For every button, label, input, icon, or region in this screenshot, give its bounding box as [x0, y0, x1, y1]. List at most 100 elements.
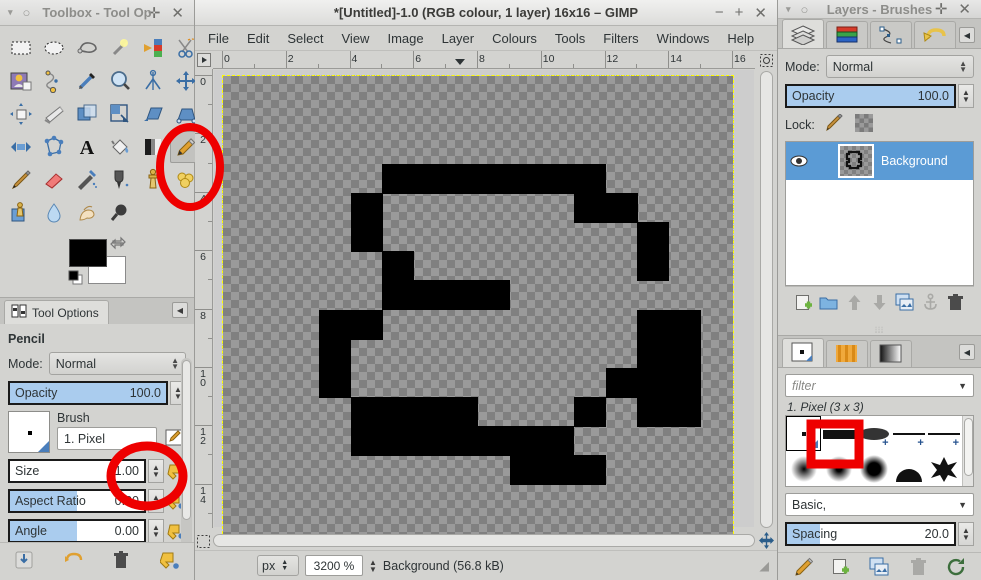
tab-tool-options[interactable]: Tool Options [4, 300, 109, 324]
measure-tool[interactable] [137, 65, 169, 97]
lower-layer-button[interactable] [870, 293, 889, 315]
free-select-tool[interactable] [71, 32, 103, 64]
ellipse-select-tool[interactable] [38, 32, 70, 64]
opacity-slider[interactable]: Opacity 100.0 [8, 381, 168, 405]
edit-brush-button[interactable] [793, 557, 814, 580]
foreground-select-tool[interactable] [5, 65, 37, 97]
menu-tools[interactable]: Tools [546, 28, 594, 49]
menu-image[interactable]: Image [378, 28, 432, 49]
horizontal-ruler[interactable]: 0 2 4 6 8 10 12 14 16 [213, 51, 755, 69]
save-tool-preset-icon[interactable] [14, 550, 34, 573]
zoom-spinner[interactable]: ▲ ▼ [369, 558, 377, 573]
brush-cell-circle[interactable] [892, 451, 927, 486]
menu-filters[interactable]: Filters [594, 28, 647, 49]
brushes-dock-menu-button[interactable]: ◀ [959, 344, 975, 360]
restore-tool-preset-icon[interactable] [63, 550, 83, 573]
layer-list[interactable]: Background [785, 141, 974, 286]
text-tool[interactable]: A [71, 131, 103, 163]
paths-tool[interactable] [38, 65, 70, 97]
undo-history-tab[interactable] [914, 21, 956, 48]
layer-opacity-spinner[interactable]: ▲ ▼ [958, 84, 974, 108]
gradients-tab[interactable] [870, 340, 912, 367]
patterns-tab[interactable] [826, 340, 868, 367]
zoom-entry[interactable]: 3200 % [305, 555, 363, 576]
clone-tool[interactable] [137, 164, 169, 196]
ink-tool[interactable] [104, 164, 136, 196]
perspective-clone-tool[interactable] [5, 197, 37, 229]
navigation-preview-button[interactable] [758, 532, 775, 549]
by-color-select-tool[interactable] [137, 32, 169, 64]
fuzzy-select-tool[interactable] [104, 32, 136, 64]
brush-cell-pixel[interactable] [786, 416, 821, 451]
flip-tool[interactable] [5, 131, 37, 163]
size-slider[interactable]: Size 1.00 [8, 459, 146, 483]
swap-colors-icon[interactable] [110, 235, 126, 251]
dock-separator-grip[interactable]: ⦙⦙⦙ [778, 325, 981, 335]
resize-grip[interactable]: ◢ [759, 558, 769, 573]
lock-alpha-icon[interactable] [854, 114, 873, 135]
layer-mode-select[interactable]: Normal ▲ ▼ [825, 55, 974, 78]
reset-colors-icon[interactable] [68, 270, 84, 286]
toolbox-menu-icon[interactable]: ▾ [8, 7, 13, 18]
duplicate-brush-button[interactable] [869, 557, 889, 580]
new-layer-button[interactable] [794, 293, 813, 315]
brush-cell-hardedge[interactable] [821, 416, 856, 451]
layer-opacity-slider[interactable]: Opacity 100.0 [785, 84, 956, 108]
brush-name-field[interactable]: 1. Pixel [57, 427, 157, 450]
quickmask-toggle[interactable] [195, 533, 212, 550]
spacing-slider[interactable]: Spacing 20.0 [785, 522, 956, 546]
rotate-tool[interactable] [71, 98, 103, 130]
image-canvas[interactable] [222, 75, 734, 544]
vertical-ruler[interactable]: 0 2 4 6 8 10 12 14 [195, 69, 213, 528]
toolbox-iconify-icon[interactable]: ○ [23, 5, 31, 20]
rect-select-tool[interactable] [5, 32, 37, 64]
chevron-down-icon[interactable]: ▼ [958, 381, 967, 391]
layers-dock-menu-button[interactable]: ◀ [959, 27, 975, 43]
delete-brush-button[interactable] [908, 557, 928, 580]
vertical-scrollbar[interactable] [756, 69, 777, 530]
foreground-color-swatch[interactable] [69, 239, 107, 267]
eraser-tool[interactable] [38, 164, 70, 196]
layers-dock-iconify-icon[interactable]: ○ [801, 2, 809, 17]
menu-colours[interactable]: Colours [483, 28, 546, 49]
menu-view[interactable]: View [333, 28, 379, 49]
brush-cell-star[interactable] [927, 451, 962, 486]
table-row[interactable]: Background [786, 142, 973, 180]
menu-windows[interactable]: Windows [648, 28, 719, 49]
reset-tool-options-icon[interactable] [159, 550, 180, 573]
brush-cell-fuzzy-med[interactable] [821, 451, 856, 486]
brush-category-select[interactable]: Basic, ▼ [785, 493, 974, 516]
aspect-ratio-spinner[interactable]: ▲ ▼ [148, 489, 164, 513]
zoom-tool[interactable] [104, 65, 136, 97]
shear-tool[interactable] [137, 98, 169, 130]
mode-select[interactable]: Normal ▲ ▼ [48, 352, 186, 375]
brush-filter-input[interactable]: filter ▼ [785, 374, 974, 397]
layers-dock-close-icon[interactable]: ✕ [958, 0, 971, 18]
tool-options-scrollbar[interactable] [181, 358, 192, 542]
cage-transform-tool[interactable] [38, 131, 70, 163]
close-button[interactable]: ✕ [754, 4, 767, 22]
delete-layer-button[interactable] [946, 293, 965, 315]
menu-corner-button[interactable] [197, 53, 211, 67]
angle-slider[interactable]: Angle 0.00 [8, 519, 146, 542]
color-picker-tool[interactable] [71, 65, 103, 97]
menu-layer[interactable]: Layer [433, 28, 484, 49]
brush-cell-softellipse[interactable]: + [856, 416, 891, 451]
channels-tab[interactable] [826, 21, 868, 48]
layers-tab[interactable] [782, 19, 824, 48]
new-brush-button[interactable] [831, 557, 851, 580]
layers-dock-menu-icon[interactable]: ▾ [786, 4, 791, 15]
tool-options-dock-menu-button[interactable]: ◀ [172, 302, 188, 318]
anchor-layer-button[interactable] [921, 292, 940, 315]
duplicate-layer-button[interactable] [895, 293, 914, 315]
angle-spinner[interactable]: ▲ ▼ [148, 519, 164, 542]
unit-select[interactable]: px ▲ ▼ [257, 555, 299, 576]
airbrush-tool[interactable] [71, 164, 103, 196]
minimize-button[interactable]: − [715, 4, 724, 21]
alignment-tool[interactable] [5, 98, 37, 130]
brush-cell-line[interactable]: + [892, 416, 927, 451]
refresh-brushes-button[interactable] [946, 557, 966, 580]
delete-tool-preset-icon[interactable] [111, 550, 131, 573]
crop-tool[interactable] [38, 98, 70, 130]
zoom-image-button[interactable] [756, 51, 777, 69]
